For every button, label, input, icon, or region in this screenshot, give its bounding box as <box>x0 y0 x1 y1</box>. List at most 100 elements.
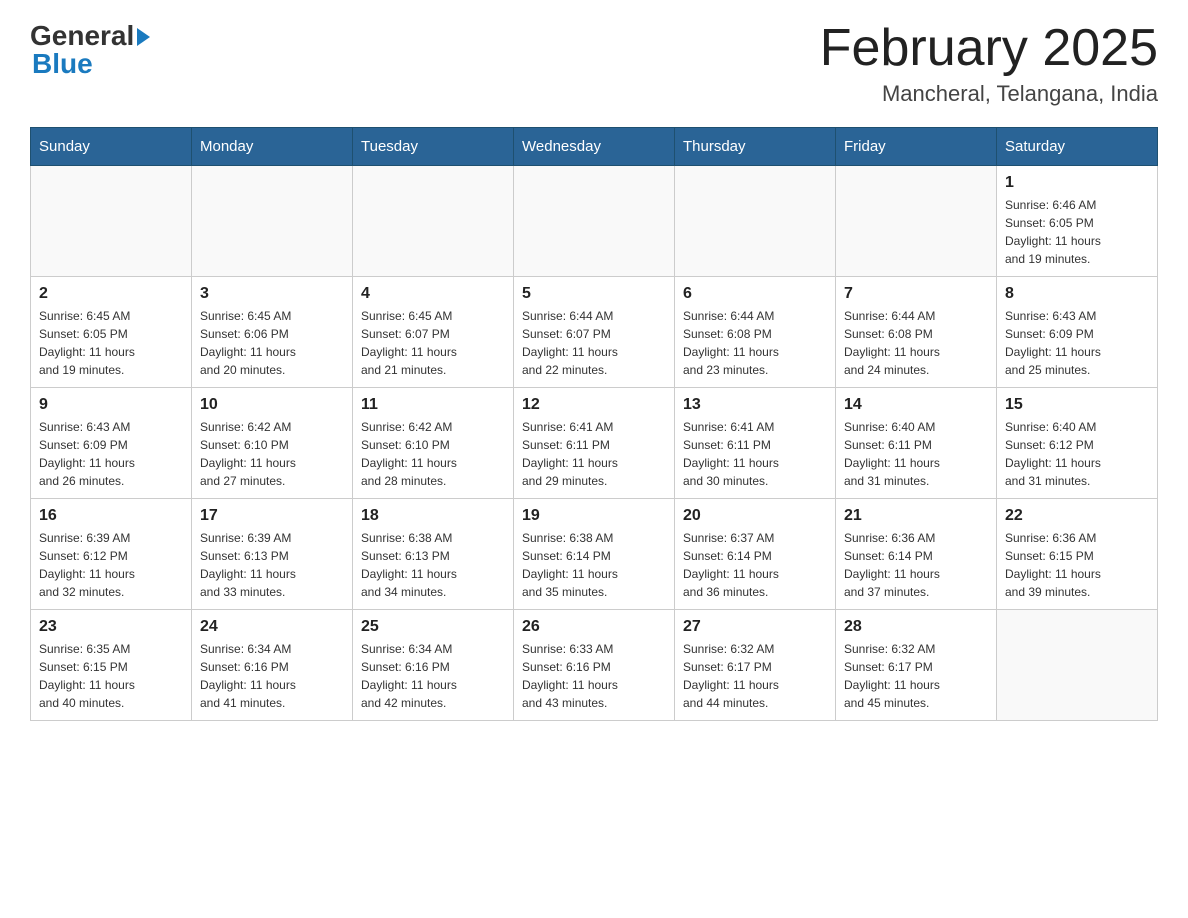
location-subtitle: Mancheral, Telangana, India <box>820 81 1158 107</box>
month-year-title: February 2025 <box>820 20 1158 77</box>
day-info: Sunrise: 6:45 AMSunset: 6:05 PMDaylight:… <box>39 307 183 379</box>
day-number: 10 <box>200 396 344 414</box>
logo: General Blue <box>30 20 150 80</box>
day-number: 16 <box>39 507 183 525</box>
day-info: Sunrise: 6:43 AMSunset: 6:09 PMDaylight:… <box>1005 307 1149 379</box>
calendar-day-cell <box>514 166 675 277</box>
day-number: 7 <box>844 285 988 303</box>
calendar-day-cell <box>353 166 514 277</box>
calendar-week-row: 2 Sunrise: 6:45 AMSunset: 6:05 PMDaylight… <box>31 277 1158 388</box>
day-info: Sunrise: 6:39 AMSunset: 6:13 PMDaylight:… <box>200 529 344 601</box>
calendar-week-row: 23 Sunrise: 6:35 AMSunset: 6:15 PMDayligh… <box>31 610 1158 721</box>
day-number: 26 <box>522 618 666 636</box>
day-number: 19 <box>522 507 666 525</box>
title-block: February 2025 Mancheral, Telangana, Indi… <box>820 20 1158 107</box>
calendar-day-cell: 6 Sunrise: 6:44 AMSunset: 6:08 PMDaylight… <box>675 277 836 388</box>
day-number: 8 <box>1005 285 1149 303</box>
day-of-week-header: Tuesday <box>353 128 514 166</box>
day-info: Sunrise: 6:35 AMSunset: 6:15 PMDaylight:… <box>39 640 183 712</box>
day-number: 21 <box>844 507 988 525</box>
day-info: Sunrise: 6:46 AMSunset: 6:05 PMDaylight:… <box>1005 196 1149 268</box>
calendar-day-cell: 28 Sunrise: 6:32 AMSunset: 6:17 PMDayligh… <box>836 610 997 721</box>
day-number: 15 <box>1005 396 1149 414</box>
calendar-header-row: SundayMondayTuesdayWednesdayThursdayFrid… <box>31 128 1158 166</box>
calendar-day-cell: 8 Sunrise: 6:43 AMSunset: 6:09 PMDaylight… <box>997 277 1158 388</box>
day-number: 23 <box>39 618 183 636</box>
day-number: 18 <box>361 507 505 525</box>
day-of-week-header: Wednesday <box>514 128 675 166</box>
day-number: 4 <box>361 285 505 303</box>
calendar-day-cell: 15Sunrise: 6:40 AMSunset: 6:12 PMDayligh… <box>997 388 1158 499</box>
day-of-week-header: Sunday <box>31 128 192 166</box>
calendar-day-cell <box>31 166 192 277</box>
day-info: Sunrise: 6:42 AMSunset: 6:10 PMDaylight:… <box>200 418 344 490</box>
day-info: Sunrise: 6:38 AMSunset: 6:14 PMDaylight:… <box>522 529 666 601</box>
day-info: Sunrise: 6:32 AMSunset: 6:17 PMDaylight:… <box>844 640 988 712</box>
day-of-week-header: Saturday <box>997 128 1158 166</box>
day-number: 6 <box>683 285 827 303</box>
day-number: 1 <box>1005 174 1149 192</box>
day-number: 20 <box>683 507 827 525</box>
calendar-day-cell: 5 Sunrise: 6:44 AMSunset: 6:07 PMDaylight… <box>514 277 675 388</box>
day-number: 2 <box>39 285 183 303</box>
day-number: 5 <box>522 285 666 303</box>
calendar-day-cell: 20 Sunrise: 6:37 AMSunset: 6:14 PMDayligh… <box>675 499 836 610</box>
calendar-day-cell: 7Sunrise: 6:44 AMSunset: 6:08 PMDaylight… <box>836 277 997 388</box>
calendar-day-cell: 3Sunrise: 6:45 AMSunset: 6:06 PMDaylight… <box>192 277 353 388</box>
day-info: Sunrise: 6:34 AMSunset: 6:16 PMDaylight:… <box>200 640 344 712</box>
calendar-day-cell: 23 Sunrise: 6:35 AMSunset: 6:15 PMDayligh… <box>31 610 192 721</box>
calendar-week-row: 9Sunrise: 6:43 AMSunset: 6:09 PMDaylight… <box>31 388 1158 499</box>
day-number: 12 <box>522 396 666 414</box>
logo-arrow-icon <box>137 28 150 46</box>
calendar-day-cell: 14Sunrise: 6:40 AMSunset: 6:11 PMDayligh… <box>836 388 997 499</box>
day-number: 24 <box>200 618 344 636</box>
day-info: Sunrise: 6:44 AMSunset: 6:07 PMDaylight:… <box>522 307 666 379</box>
page-header: General Blue February 2025 Mancheral, Te… <box>30 20 1158 107</box>
day-number: 25 <box>361 618 505 636</box>
day-info: Sunrise: 6:41 AMSunset: 6:11 PMDaylight:… <box>683 418 827 490</box>
day-number: 22 <box>1005 507 1149 525</box>
day-number: 27 <box>683 618 827 636</box>
calendar-day-cell: 13 Sunrise: 6:41 AMSunset: 6:11 PMDayligh… <box>675 388 836 499</box>
calendar-week-row: 1 Sunrise: 6:46 AMSunset: 6:05 PMDaylight… <box>31 166 1158 277</box>
calendar-day-cell <box>675 166 836 277</box>
day-number: 17 <box>200 507 344 525</box>
calendar-day-cell <box>836 166 997 277</box>
calendar-day-cell <box>192 166 353 277</box>
day-info: Sunrise: 6:36 AMSunset: 6:15 PMDaylight:… <box>1005 529 1149 601</box>
day-info: Sunrise: 6:41 AMSunset: 6:11 PMDaylight:… <box>522 418 666 490</box>
calendar-day-cell: 2 Sunrise: 6:45 AMSunset: 6:05 PMDaylight… <box>31 277 192 388</box>
calendar-table: SundayMondayTuesdayWednesdayThursdayFrid… <box>30 127 1158 721</box>
day-info: Sunrise: 6:39 AMSunset: 6:12 PMDaylight:… <box>39 529 183 601</box>
day-info: Sunrise: 6:37 AMSunset: 6:14 PMDaylight:… <box>683 529 827 601</box>
day-info: Sunrise: 6:36 AMSunset: 6:14 PMDaylight:… <box>844 529 988 601</box>
calendar-day-cell: 27 Sunrise: 6:32 AMSunset: 6:17 PMDayligh… <box>675 610 836 721</box>
day-number: 11 <box>361 396 505 414</box>
calendar-day-cell: 17 Sunrise: 6:39 AMSunset: 6:13 PMDayligh… <box>192 499 353 610</box>
calendar-day-cell: 12 Sunrise: 6:41 AMSunset: 6:11 PMDayligh… <box>514 388 675 499</box>
day-info: Sunrise: 6:45 AMSunset: 6:07 PMDaylight:… <box>361 307 505 379</box>
calendar-day-cell: 25 Sunrise: 6:34 AMSunset: 6:16 PMDayligh… <box>353 610 514 721</box>
day-number: 9 <box>39 396 183 414</box>
calendar-day-cell: 26 Sunrise: 6:33 AMSunset: 6:16 PMDayligh… <box>514 610 675 721</box>
calendar-day-cell: 24 Sunrise: 6:34 AMSunset: 6:16 PMDayligh… <box>192 610 353 721</box>
day-info: Sunrise: 6:38 AMSunset: 6:13 PMDaylight:… <box>361 529 505 601</box>
day-info: Sunrise: 6:32 AMSunset: 6:17 PMDaylight:… <box>683 640 827 712</box>
calendar-day-cell: 16 Sunrise: 6:39 AMSunset: 6:12 PMDayligh… <box>31 499 192 610</box>
calendar-day-cell <box>997 610 1158 721</box>
day-info: Sunrise: 6:34 AMSunset: 6:16 PMDaylight:… <box>361 640 505 712</box>
day-info: Sunrise: 6:42 AMSunset: 6:10 PMDaylight:… <box>361 418 505 490</box>
day-info: Sunrise: 6:33 AMSunset: 6:16 PMDaylight:… <box>522 640 666 712</box>
calendar-day-cell: 11 Sunrise: 6:42 AMSunset: 6:10 PMDayligh… <box>353 388 514 499</box>
day-number: 28 <box>844 618 988 636</box>
calendar-day-cell: 18 Sunrise: 6:38 AMSunset: 6:13 PMDayligh… <box>353 499 514 610</box>
day-number: 3 <box>200 285 344 303</box>
calendar-day-cell: 1 Sunrise: 6:46 AMSunset: 6:05 PMDaylight… <box>997 166 1158 277</box>
calendar-week-row: 16 Sunrise: 6:39 AMSunset: 6:12 PMDayligh… <box>31 499 1158 610</box>
day-of-week-header: Friday <box>836 128 997 166</box>
day-of-week-header: Thursday <box>675 128 836 166</box>
day-info: Sunrise: 6:44 AMSunset: 6:08 PMDaylight:… <box>683 307 827 379</box>
calendar-day-cell: 10 Sunrise: 6:42 AMSunset: 6:10 PMDayligh… <box>192 388 353 499</box>
day-number: 13 <box>683 396 827 414</box>
calendar-day-cell: 19 Sunrise: 6:38 AMSunset: 6:14 PMDayligh… <box>514 499 675 610</box>
